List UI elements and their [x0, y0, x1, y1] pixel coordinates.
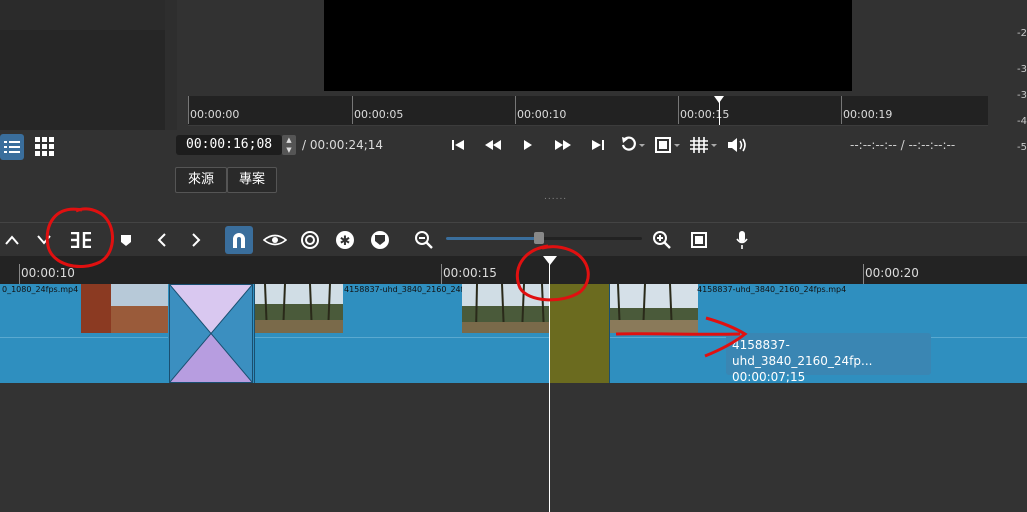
annotation-circle-playhead	[515, 244, 590, 302]
annotation-circle-split	[45, 207, 114, 269]
annotation-arrow-head	[704, 316, 748, 358]
annotation-overlay	[45, 207, 748, 358]
annotation-arrow	[615, 332, 741, 336]
